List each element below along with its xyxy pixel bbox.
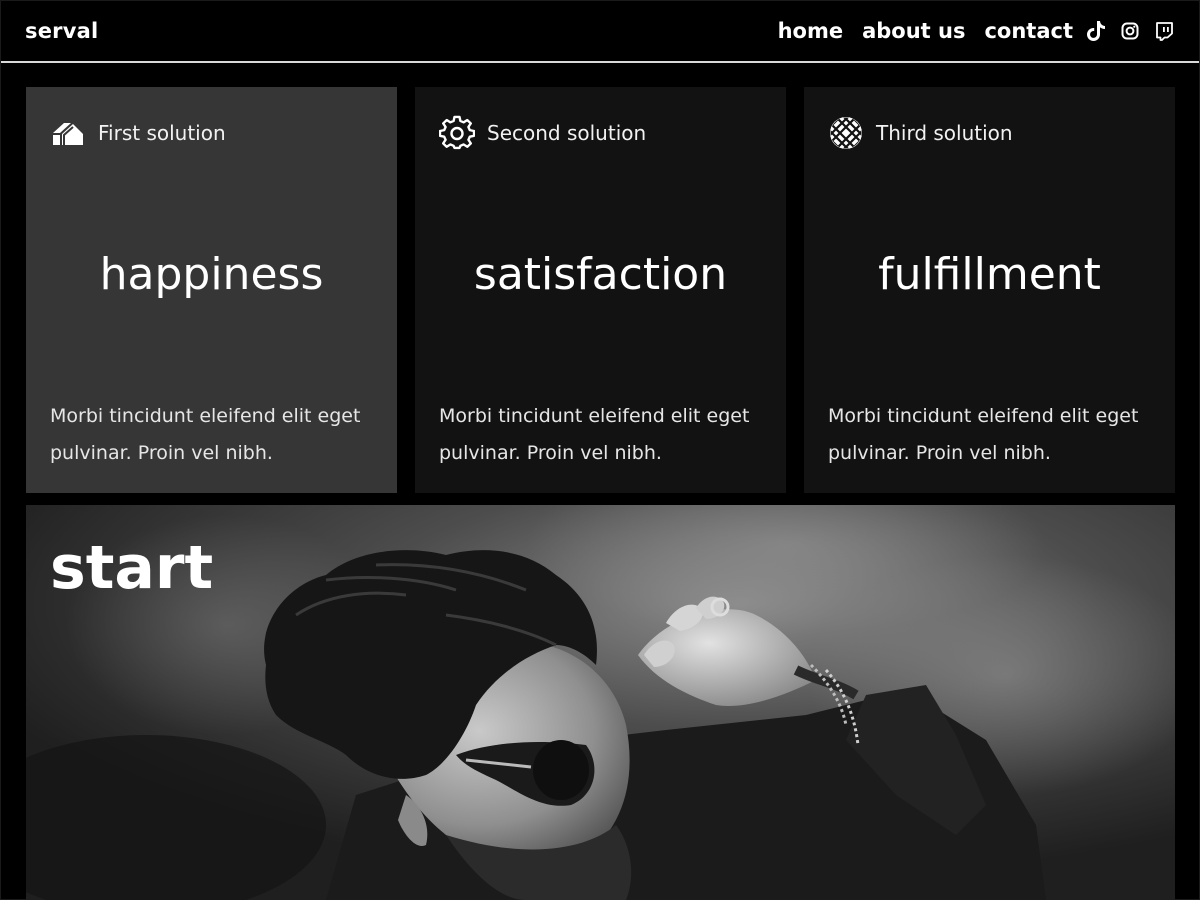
card-headline: satisfaction xyxy=(473,249,728,300)
nav-link-home[interactable]: home xyxy=(778,19,844,43)
main-nav: home about us contact xyxy=(759,19,1175,43)
brand-logo-link[interactable]: serval xyxy=(25,19,98,43)
solution-card-second[interactable]: Second solution satisfaction Morbi tinci… xyxy=(415,87,786,493)
solution-card-first[interactable]: First solution happiness Morbi tincidunt… xyxy=(26,87,397,493)
twitch-icon[interactable] xyxy=(1153,20,1175,42)
hero-section: start xyxy=(26,505,1175,900)
card-header: First solution xyxy=(50,115,226,151)
solution-card-third[interactable]: Third solution fulfillment Morbi tincidu… xyxy=(804,87,1175,493)
tiktok-icon[interactable] xyxy=(1085,20,1107,42)
hero-title: start xyxy=(50,533,214,603)
top-navigation-bar: serval home about us contact xyxy=(1,1,1199,61)
card-headline: fulfillment xyxy=(878,249,1101,300)
card-title: Third solution xyxy=(876,121,1013,145)
header-divider xyxy=(1,61,1199,63)
card-headline: happiness xyxy=(99,249,324,300)
grid-ball-icon xyxy=(828,115,864,151)
gear-icon xyxy=(439,115,475,151)
nav-link-about-us[interactable]: about us xyxy=(862,19,965,43)
card-header: Second solution xyxy=(439,115,646,151)
solutions-grid: First solution happiness Morbi tincidunt… xyxy=(26,87,1175,493)
nav-link-contact[interactable]: contact xyxy=(984,19,1073,43)
card-description: Morbi tincidunt eleifend elit eget pulvi… xyxy=(828,405,1139,464)
card-header: Third solution xyxy=(828,115,1013,151)
card-description: Morbi tincidunt eleifend elit eget pulvi… xyxy=(50,405,361,464)
instagram-icon[interactable] xyxy=(1119,20,1141,42)
card-title: Second solution xyxy=(487,121,647,145)
card-description: Morbi tincidunt eleifend elit eget pulvi… xyxy=(439,405,750,464)
home-icon xyxy=(50,115,86,151)
card-title: First solution xyxy=(98,121,226,145)
